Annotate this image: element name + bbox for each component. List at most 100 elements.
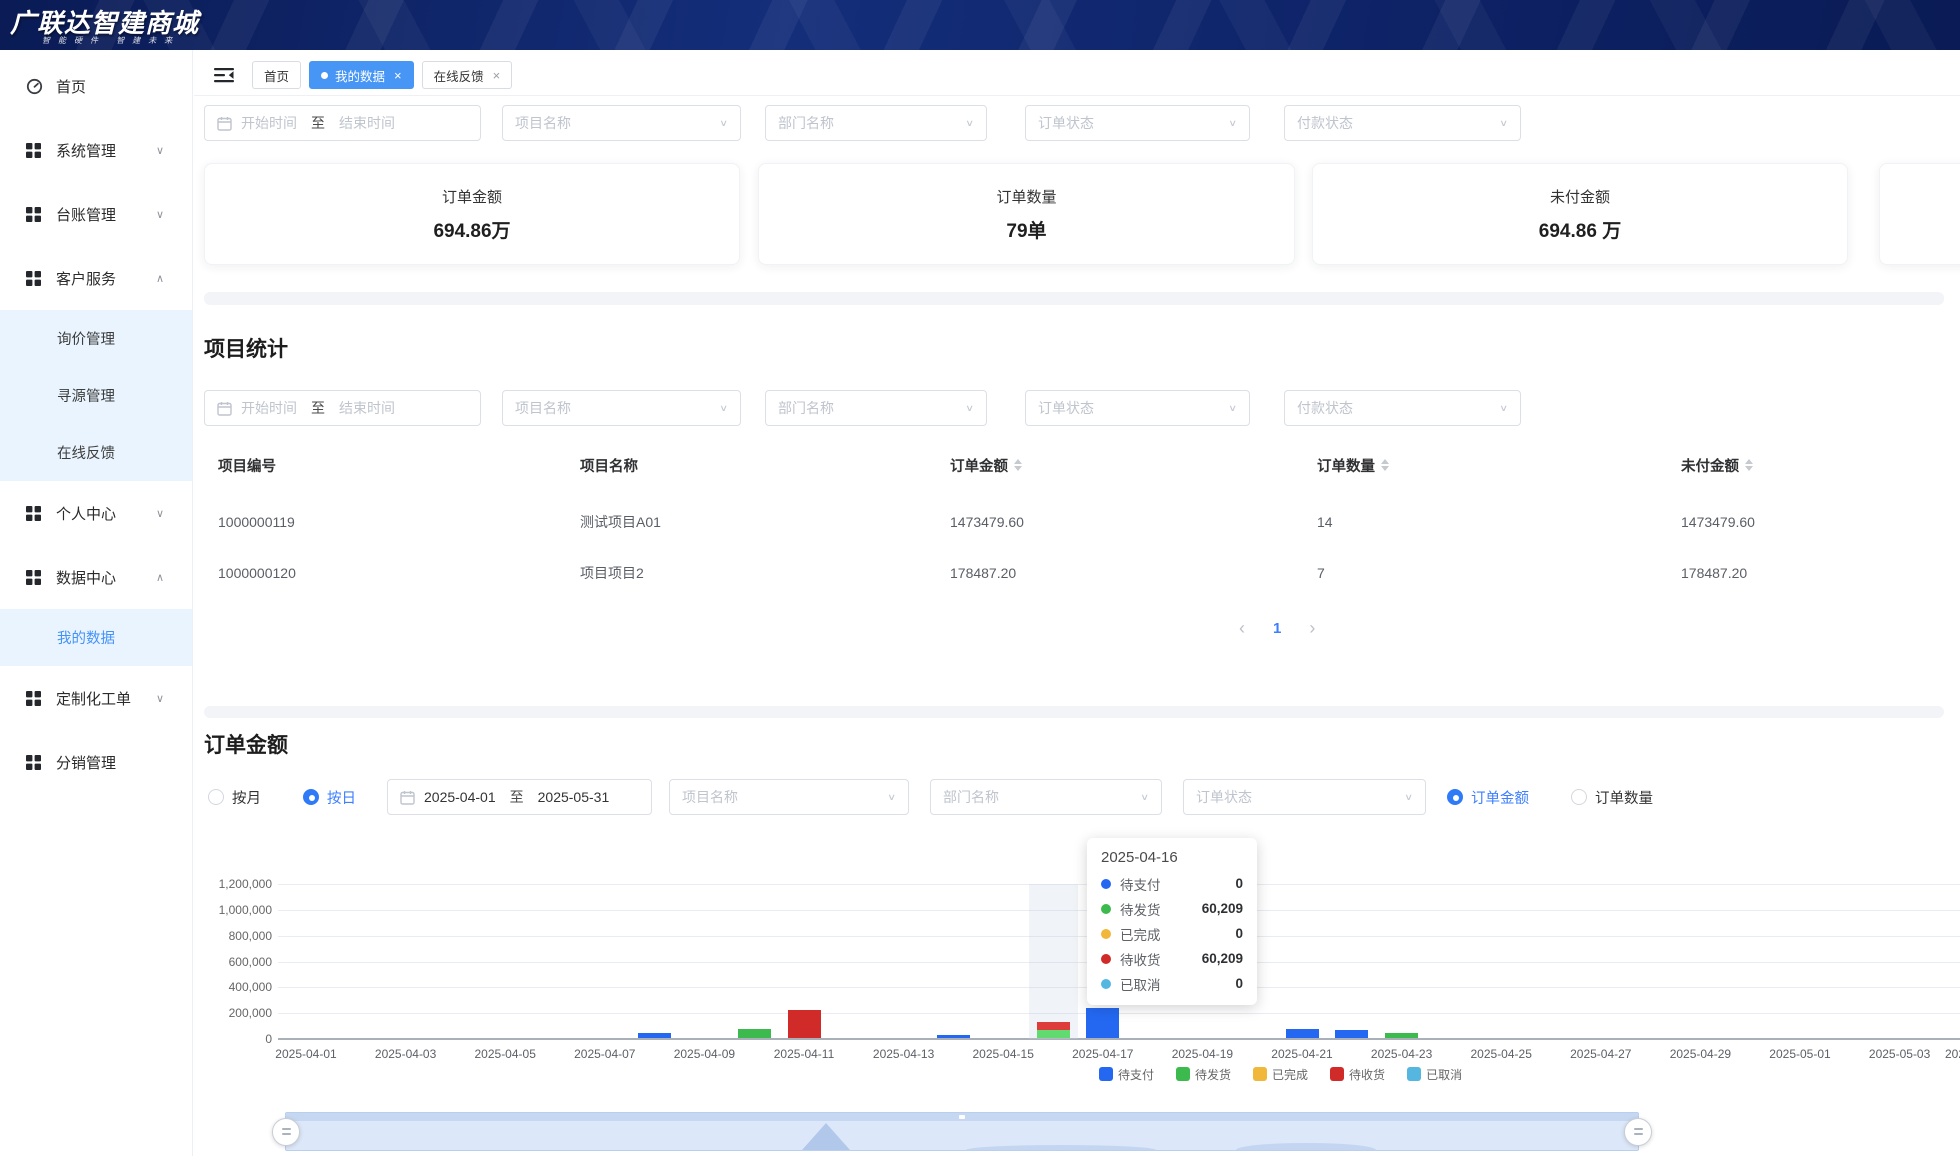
select-付款状态[interactable]: 付款状态∨ (1284, 105, 1521, 141)
radio-by-month[interactable]: 按月 (208, 779, 261, 815)
sort-carets-icon[interactable] (1381, 459, 1389, 471)
datazoom-slider[interactable] (285, 1112, 1639, 1151)
date-range-input[interactable]: 开始时间至结束时间 (204, 390, 481, 426)
next-page-button[interactable]: › (1309, 618, 1315, 639)
chevron-down-icon: ∨ (156, 507, 164, 520)
sidebar-submenu: 我的数据 (0, 609, 192, 666)
series-dot-icon (1101, 979, 1111, 989)
sort-asc-icon (1745, 459, 1753, 464)
legend-item-待支付[interactable]: 待支付 (1099, 1066, 1154, 1083)
column-header-项目名称: 项目名称 (580, 448, 638, 482)
radio-by-day[interactable]: 按日 (303, 779, 356, 815)
select-订单状态[interactable]: 订单状态∨ (1025, 105, 1250, 141)
select-付款状态[interactable]: 付款状态∨ (1284, 390, 1521, 426)
x-axis-label: 2025-04-29 (1670, 1047, 1731, 1061)
sidebar-item-客户服务[interactable]: 客户服务∧ (0, 246, 192, 310)
tab-在线反馈[interactable]: 在线反馈× (422, 61, 513, 89)
sidebar-item-个人中心[interactable]: 个人中心∨ (0, 481, 192, 545)
sidebar-item-在线反馈[interactable]: 在线反馈 (0, 424, 192, 481)
legend-item-待发货[interactable]: 待发货 (1176, 1066, 1231, 1083)
chart-date-range-input[interactable]: 2025-04-01至2025-05-31 (387, 779, 652, 815)
tabbar-divider (194, 95, 1960, 96)
stat-card-value: 694.86万 (433, 216, 510, 243)
legend-item-已取消[interactable]: 已取消 (1407, 1066, 1462, 1083)
horizontal-scrollbar[interactable] (204, 706, 1944, 718)
legend-item-待收货[interactable]: 待收货 (1330, 1066, 1385, 1083)
legend-item-已完成[interactable]: 已完成 (1253, 1066, 1308, 1083)
prev-page-button[interactable]: ‹ (1239, 618, 1245, 639)
close-icon[interactable]: × (493, 68, 501, 83)
select-placeholder: 订单状态 (1038, 398, 1094, 418)
bar-待支付-2025-04-22[interactable] (1335, 1030, 1368, 1038)
sidebar-item-询价管理[interactable]: 询价管理 (0, 310, 192, 367)
chevron-down-icon: ∨ (156, 692, 164, 705)
bar-待发货-2025-04-10[interactable] (738, 1029, 771, 1038)
table-row[interactable]: 1000000120项目项目2178487.207178487.20 (194, 547, 1960, 598)
sort-carets-icon[interactable] (1014, 459, 1022, 471)
radio-selected-icon (303, 789, 319, 805)
select-订单状态[interactable]: 订单状态∨ (1025, 390, 1250, 426)
sort-carets-icon[interactable] (1745, 459, 1753, 471)
table-cell: 1473479.60 (1681, 496, 1755, 547)
radio-metric-amount[interactable]: 订单金额 (1447, 779, 1529, 815)
x-axis-label: 2025-05-01 (1769, 1047, 1830, 1061)
collapse-menu-icon[interactable] (214, 67, 234, 83)
chevron-up-icon: ∧ (156, 571, 164, 584)
select-项目名称[interactable]: 项目名称∨ (502, 105, 741, 141)
bar-待支付-2025-04-14[interactable] (937, 1035, 970, 1038)
sort-desc-icon (1381, 466, 1389, 471)
x-axis-label: 2025-04-15 (972, 1047, 1033, 1061)
radio-metric-count[interactable]: 订单数量 (1571, 779, 1653, 815)
bar-待支付-2025-04-21[interactable] (1286, 1029, 1319, 1038)
select-项目名称[interactable]: 项目名称∨ (502, 390, 741, 426)
sidebar-item-label: 定制化工单 (56, 688, 131, 709)
tab-首页[interactable]: 首页 (252, 61, 301, 89)
tab-我的数据[interactable]: 我的数据× (309, 61, 414, 89)
current-page-button[interactable]: 1 (1273, 620, 1281, 637)
close-icon[interactable]: × (394, 68, 402, 83)
chevron-down-icon: ∨ (965, 118, 974, 129)
date-range-input[interactable]: 开始时间至结束时间 (204, 105, 481, 141)
stat-card-未付金额: 未付金额694.86 万 (1312, 163, 1848, 265)
x-axis-label: 2025-04-11 (774, 1047, 835, 1061)
horizontal-scrollbar[interactable] (204, 292, 1944, 305)
date-end-placeholder: 结束时间 (339, 113, 395, 133)
sidebar-item-台账管理[interactable]: 台账管理∨ (0, 182, 192, 246)
sidebar-item-首页[interactable]: 首页 (0, 54, 192, 118)
bar-待发货-2025-04-16[interactable] (1037, 1030, 1070, 1038)
sidebar-item-我的数据[interactable]: 我的数据 (0, 609, 192, 666)
sidebar-item-定制化工单[interactable]: 定制化工单 ∨ (0, 666, 192, 730)
select-部门名称[interactable]: 部门名称∨ (765, 390, 987, 426)
sidebar-item-label: 分销管理 (56, 752, 116, 773)
select-部门名称[interactable]: 部门名称∨ (765, 105, 987, 141)
select-placeholder: 部门名称 (943, 787, 999, 807)
bar-待支付-2025-04-08[interactable] (638, 1033, 671, 1038)
column-header-订单数量[interactable]: 订单数量 (1317, 448, 1389, 482)
x-axis-label: 2025-04-17 (1072, 1047, 1133, 1061)
bar-待收货-2025-04-16[interactable] (1037, 1022, 1070, 1030)
select-订单状态[interactable]: 订单状态∨ (1183, 779, 1426, 815)
drag-handle-icon[interactable] (272, 1118, 300, 1146)
select-部门名称[interactable]: 部门名称 ∨ (930, 779, 1162, 815)
sidebar-item-系统管理[interactable]: 系统管理∨ (0, 118, 192, 182)
chevron-down-icon: ∨ (1140, 792, 1149, 803)
sidebar-item-分销管理[interactable]: 分销管理 (0, 730, 192, 794)
bar-待发货-2025-04-23[interactable] (1385, 1033, 1418, 1038)
column-header-订单金额[interactable]: 订单金额 (950, 448, 1022, 482)
series-dot-icon (1101, 929, 1111, 939)
stat-card-label: 未付金额 (1550, 186, 1610, 207)
table-header-row: 项目编号项目名称订单金额订单数量未付金额 (194, 448, 1960, 482)
column-header-未付金额[interactable]: 未付金额 (1681, 448, 1753, 482)
tooltip-rows: 待支付0待发货60,209已完成0待收货60,209已取消0 (1101, 871, 1243, 996)
tooltip-series-value: 60,209 (1202, 951, 1243, 966)
legend-swatch (1330, 1067, 1344, 1081)
bar-待收货-2025-04-11[interactable] (788, 1010, 821, 1038)
bar-待支付-2025-04-17[interactable] (1086, 1008, 1119, 1038)
select-项目名称[interactable]: 项目名称∨ (669, 779, 909, 815)
x-axis-label: 2025-04-19 (1172, 1047, 1233, 1061)
sidebar-item-数据中心[interactable]: 数据中心∧ (0, 545, 192, 609)
sidebar-item-寻源管理[interactable]: 寻源管理 (0, 367, 192, 424)
x-axis-label: 2025-04-05 (474, 1047, 535, 1061)
table-row[interactable]: 1000000119测试项目A011473479.60141473479.60 (194, 496, 1960, 547)
drag-handle-icon[interactable] (1624, 1118, 1652, 1146)
